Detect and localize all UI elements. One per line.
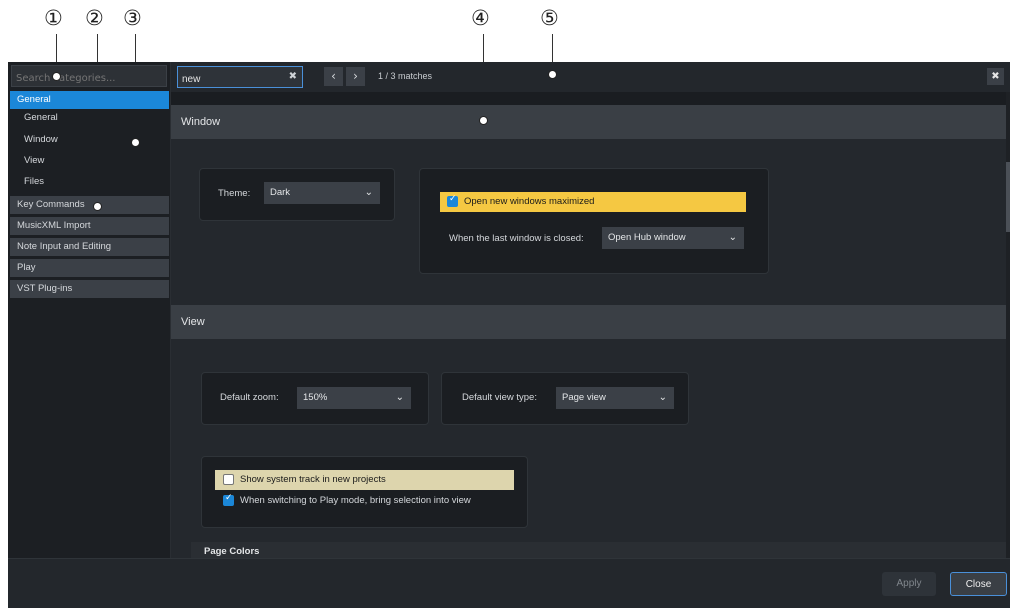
theme-value: Dark — [270, 187, 291, 198]
close-button[interactable]: Close — [950, 572, 1007, 596]
preferences-dialog: General General Window View Files Key Co… — [8, 62, 1010, 608]
chevron-down-icon: ⌄ — [364, 187, 373, 198]
callout-dot-2 — [93, 202, 102, 211]
category-search[interactable] — [11, 65, 167, 89]
section-header-window: Window — [171, 105, 1006, 139]
view-options-panel: Show system track in new projects When s… — [201, 456, 528, 528]
callout-2: ② — [85, 6, 104, 30]
last-window-value: Open Hub window — [608, 232, 686, 243]
zoom-panel: Default zoom: 150% ⌄ — [201, 372, 429, 425]
play-mode-label: When switching to Play mode, bring selec… — [240, 495, 471, 506]
apply-button[interactable]: Apply — [882, 572, 936, 596]
callout-dot-3 — [131, 138, 140, 147]
sidebar-item-general[interactable]: General — [10, 91, 169, 109]
dialog-footer: Apply Close — [8, 558, 1010, 608]
sidebar-item-play[interactable]: Play — [10, 259, 169, 277]
theme-panel: Theme: Dark ⌄ — [199, 168, 395, 221]
section-body-view: Default zoom: 150% ⌄ Default view type: … — [171, 339, 1006, 558]
callout-4: ④ — [471, 6, 490, 30]
callout-dot-1 — [52, 72, 61, 81]
find-input[interactable] — [178, 69, 286, 90]
sidebar-subitem-files[interactable]: Files — [10, 173, 169, 191]
category-search-input[interactable] — [12, 68, 166, 89]
page-colors-header: Page Colors — [191, 542, 1006, 558]
sidebar-item-vst-plugins[interactable]: VST Plug-ins — [10, 280, 169, 298]
system-track-row[interactable]: Show system track in new projects — [215, 470, 514, 490]
view-type-panel: Default view type: Page view ⌄ — [441, 372, 689, 425]
view-type-label: Default view type: — [462, 392, 537, 403]
section-header-view: View — [171, 305, 1006, 339]
find-bar: ✖ ‹ › 1 / 3 matches ✖ — [171, 62, 1010, 92]
content-scrollbar[interactable] — [1006, 92, 1010, 558]
sidebar-item-key-commands[interactable]: Key Commands — [10, 196, 169, 214]
theme-label: Theme: — [218, 188, 251, 199]
sidebar-subitem-view[interactable]: View — [10, 152, 169, 170]
last-window-dropdown[interactable]: Open Hub window ⌄ — [602, 227, 744, 249]
sidebar-subitem-general[interactable]: General — [10, 109, 169, 127]
category-sidebar: General General Window View Files Key Co… — [8, 62, 171, 558]
window-options-panel: Open new windows maximized When the last… — [419, 168, 769, 274]
play-mode-row[interactable]: When switching to Play mode, bring selec… — [215, 491, 515, 511]
zoom-label: Default zoom: — [220, 392, 279, 403]
section-body-window: Theme: Dark ⌄ Open new windows maximized… — [171, 139, 1006, 305]
callout-dot-5 — [548, 70, 557, 79]
open-maximized-checkbox[interactable] — [447, 194, 458, 207]
chevron-down-icon: ⌄ — [658, 392, 667, 403]
zoom-value: 150% — [303, 392, 328, 403]
callout-5: ⑤ — [540, 6, 559, 30]
clear-icon[interactable]: ✖ — [289, 71, 297, 83]
next-match-button[interactable]: › — [346, 67, 365, 86]
scrollbar-thumb[interactable] — [1006, 162, 1010, 232]
open-maximized-label: Open new windows maximized — [464, 196, 595, 207]
theme-dropdown[interactable]: Dark ⌄ — [264, 182, 380, 204]
chevron-down-icon: ⌄ — [395, 392, 404, 403]
sidebar-item-note-input[interactable]: Note Input and Editing — [10, 238, 169, 256]
open-maximized-row[interactable]: Open new windows maximized — [440, 192, 746, 212]
match-count: 1 / 3 matches — [378, 71, 433, 81]
sidebar-item-musicxml-import[interactable]: MusicXML Import — [10, 217, 169, 235]
view-type-value: Page view — [562, 392, 606, 403]
callout-dot-4 — [479, 116, 488, 125]
view-type-dropdown[interactable]: Page view ⌄ — [556, 387, 674, 409]
close-find-button[interactable]: ✖ — [987, 68, 1004, 85]
find-field[interactable]: ✖ — [177, 66, 303, 90]
last-window-label: When the last window is closed: — [449, 233, 584, 244]
chevron-down-icon: ⌄ — [728, 232, 737, 243]
system-track-label: Show system track in new projects — [240, 474, 386, 485]
system-track-checkbox[interactable] — [223, 474, 234, 485]
zoom-dropdown[interactable]: 150% ⌄ — [297, 387, 411, 409]
preferences-content: Window Theme: Dark ⌄ Open new windows ma… — [171, 92, 1010, 558]
play-mode-checkbox[interactable] — [223, 493, 234, 506]
sidebar-subitem-window[interactable]: Window — [10, 131, 169, 149]
callout-1: ① — [44, 6, 63, 30]
callout-3: ③ — [123, 6, 142, 30]
previous-match-button[interactable]: ‹ — [324, 67, 343, 86]
